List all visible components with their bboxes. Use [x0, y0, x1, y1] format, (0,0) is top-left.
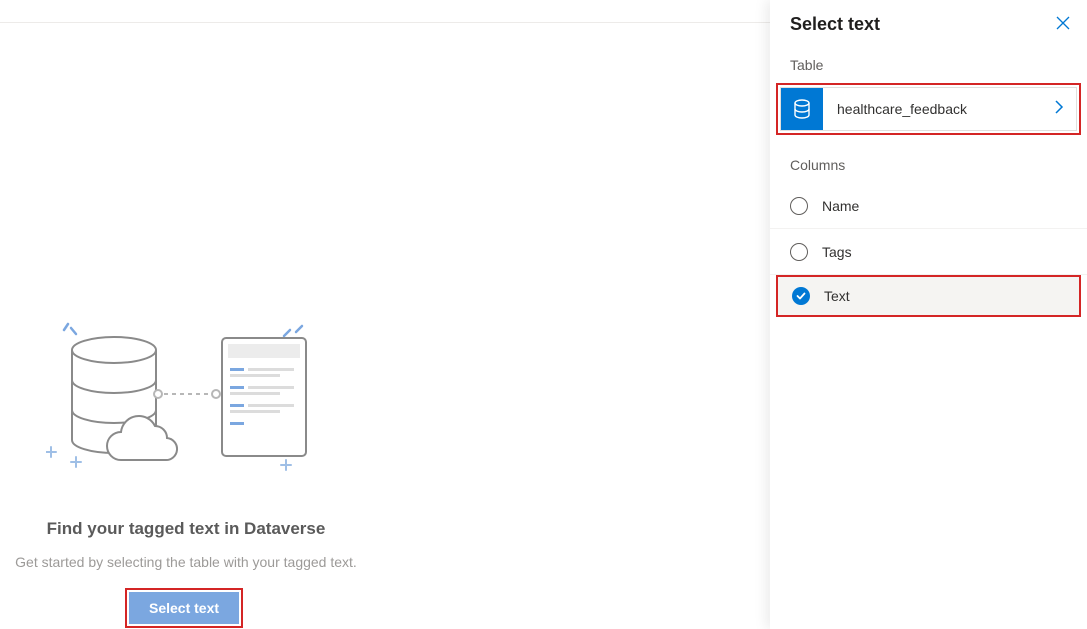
columns-list: Name Tags Text [770, 183, 1087, 317]
column-option-name[interactable]: Name [770, 183, 1087, 229]
table-section-label: Table [770, 35, 1087, 83]
main-heading: Find your tagged text in Dataverse [0, 519, 372, 539]
column-option-text[interactable]: Text [776, 275, 1081, 317]
column-option-tags[interactable]: Tags [770, 229, 1087, 275]
table-selector-highlight: healthcare_feedback [776, 83, 1081, 135]
columns-section-label: Columns [770, 135, 1087, 183]
panel-title: Select text [790, 14, 880, 35]
dataverse-illustration [46, 322, 326, 472]
database-icon [781, 88, 823, 130]
radio-empty-icon [790, 197, 808, 215]
table-selector[interactable]: healthcare_feedback [780, 87, 1077, 131]
main-subtext: Get started by selecting the table with … [0, 554, 372, 570]
close-icon[interactable] [1055, 15, 1071, 34]
column-label: Name [822, 198, 859, 214]
select-text-panel: Select text Table healthcare_feedback Co… [770, 0, 1087, 629]
select-text-button[interactable]: Select text [129, 592, 239, 624]
table-name: healthcare_feedback [823, 101, 1054, 117]
column-label: Tags [822, 244, 852, 260]
radio-empty-icon [790, 243, 808, 261]
chevron-right-icon [1054, 99, 1076, 120]
main-content: Find your tagged text in Dataverse Get s… [0, 0, 770, 629]
column-label: Text [824, 288, 850, 304]
select-text-button-highlight: Select text [125, 588, 243, 628]
panel-header: Select text [770, 10, 1087, 35]
radio-selected-icon [792, 287, 810, 305]
